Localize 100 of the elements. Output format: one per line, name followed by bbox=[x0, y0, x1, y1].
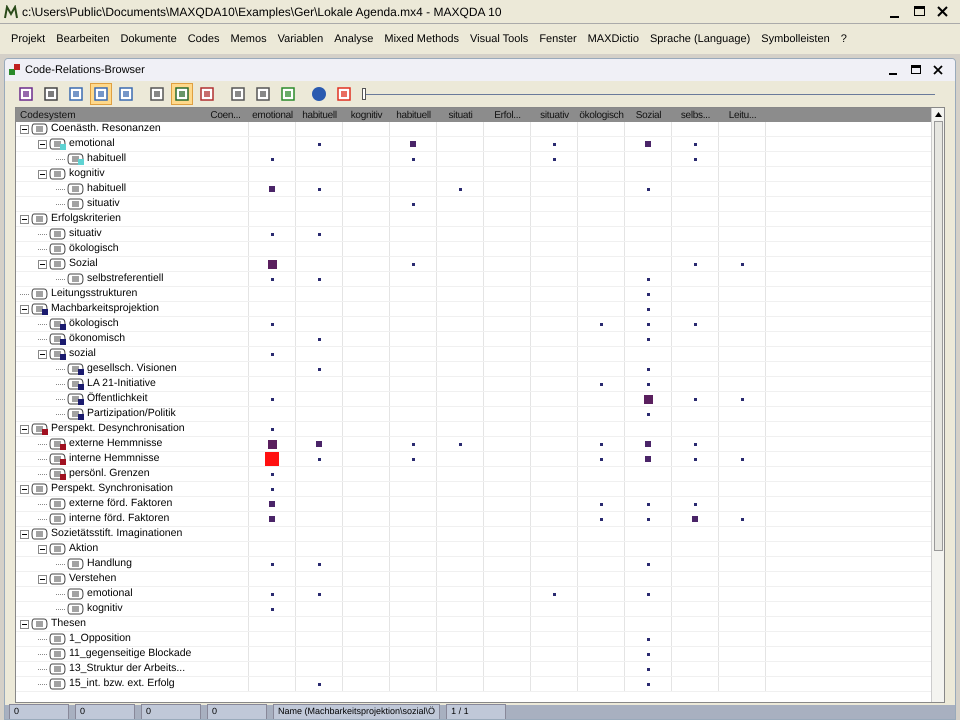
code-label[interactable]: Aktion bbox=[69, 541, 98, 557]
code-label[interactable]: ökologisch bbox=[69, 241, 119, 257]
status-field: 1 / 1 bbox=[446, 704, 506, 719]
code-label[interactable]: Coenästh. Resonanzen bbox=[51, 121, 161, 137]
menu-item[interactable]: Variablen bbox=[272, 30, 328, 48]
code-label[interactable]: Verstehen bbox=[69, 571, 116, 587]
code-label[interactable]: sozial bbox=[69, 346, 96, 362]
collapse-toggle-icon[interactable] bbox=[38, 350, 47, 358]
code-label[interactable]: emotional bbox=[69, 136, 115, 152]
code-label[interactable]: ökonomisch bbox=[69, 331, 126, 347]
code-label[interactable]: Öffentlichkeit bbox=[87, 391, 148, 407]
maximize-button[interactable] bbox=[911, 65, 921, 74]
menu-item[interactable]: Bearbeiten bbox=[51, 30, 114, 48]
code-label[interactable]: emotional bbox=[87, 586, 133, 602]
menu-item[interactable]: Sprache (Language) bbox=[644, 30, 756, 48]
code-icon bbox=[49, 438, 67, 450]
column-header[interactable]: Codesystem bbox=[16, 108, 202, 122]
scroll-up-icon[interactable] bbox=[934, 112, 942, 117]
menu-item[interactable]: Codes bbox=[182, 30, 225, 48]
menu-item[interactable]: Symbolleisten bbox=[756, 30, 835, 48]
vertical-scrollbar[interactable] bbox=[931, 108, 944, 702]
collapse-toggle-icon[interactable] bbox=[20, 124, 29, 134]
collapse-toggle-icon[interactable] bbox=[38, 544, 47, 554]
collapse-toggle-icon[interactable] bbox=[38, 574, 47, 584]
code-label[interactable]: Sozial bbox=[69, 256, 98, 272]
code-label[interactable]: 13_Struktur der Arbeits... bbox=[69, 661, 186, 677]
code-label[interactable]: Erfolgskriterien bbox=[51, 211, 122, 227]
code-label[interactable]: Thesen bbox=[51, 616, 86, 632]
menu-item[interactable]: Visual Tools bbox=[465, 30, 534, 48]
collapse-toggle-icon[interactable] bbox=[20, 304, 29, 314]
code-label[interactable]: selbstreferentiell bbox=[87, 271, 164, 287]
menu-item[interactable]: ? bbox=[836, 30, 852, 48]
column-header[interactable]: habituell bbox=[296, 108, 343, 122]
column-header[interactable]: situativ bbox=[531, 108, 578, 122]
code-icon bbox=[49, 648, 67, 660]
collapse-toggle-icon[interactable] bbox=[38, 170, 47, 178]
code-label[interactable]: persönl. Grenzen bbox=[69, 466, 150, 482]
column-header[interactable]: ökologisch bbox=[578, 108, 625, 122]
menu-item[interactable]: MAXDictio bbox=[582, 30, 644, 48]
menu-item[interactable]: Mixed Methods bbox=[379, 30, 464, 48]
code-label[interactable]: kognitiv bbox=[69, 166, 105, 182]
menu-item[interactable]: Dokumente bbox=[115, 30, 182, 48]
code-icon bbox=[67, 393, 85, 405]
column-header[interactable]: situati bbox=[437, 108, 484, 122]
collapse-toggle-icon[interactable] bbox=[20, 530, 29, 538]
code-icon bbox=[49, 318, 67, 330]
code-label[interactable]: Leitungsstrukturen bbox=[51, 286, 138, 302]
code-icon bbox=[49, 168, 67, 180]
toolbar-button[interactable] bbox=[171, 83, 193, 105]
column-header[interactable]: habituell bbox=[390, 108, 437, 122]
column-header[interactable]: emotional bbox=[249, 108, 296, 122]
code-label[interactable]: interne Hemmnisse bbox=[69, 451, 160, 467]
code-label[interactable]: Machbarkeitsprojektion bbox=[51, 301, 159, 317]
code-icon bbox=[67, 363, 85, 375]
collapse-toggle-icon[interactable] bbox=[38, 140, 47, 148]
code-label[interactable]: habituell bbox=[87, 151, 126, 167]
app-logo-icon bbox=[4, 4, 18, 18]
code-label[interactable]: 11_gegenseitige Blockade bbox=[69, 646, 192, 662]
menu-item[interactable]: Memos bbox=[226, 30, 272, 48]
code-icon bbox=[49, 348, 67, 360]
column-header[interactable]: selbs... bbox=[672, 108, 719, 122]
column-header[interactable]: Erfol... bbox=[484, 108, 531, 122]
code-label[interactable]: Handlung bbox=[87, 556, 132, 572]
code-label[interactable]: Sozietätsstift. Imaginationen bbox=[51, 526, 182, 542]
maximize-button[interactable] bbox=[914, 6, 925, 16]
code-label[interactable]: situativ bbox=[87, 196, 120, 212]
code-label[interactable]: Partizipation/Politik bbox=[87, 406, 176, 422]
status-field: 0 bbox=[75, 704, 135, 719]
code-label[interactable]: gesellsch. Visionen bbox=[87, 361, 177, 377]
code-icon bbox=[49, 633, 67, 645]
column-header[interactable]: Coen... bbox=[202, 108, 249, 122]
collapse-toggle-icon[interactable] bbox=[38, 260, 47, 268]
close-icon[interactable] bbox=[933, 65, 943, 75]
menu-item[interactable]: Analyse bbox=[329, 30, 378, 48]
menu-item[interactable]: Fenster bbox=[534, 30, 582, 48]
column-header[interactable]: kognitiv bbox=[343, 108, 390, 122]
code-label[interactable]: externe förd. Faktoren bbox=[69, 496, 172, 512]
toolbar-button[interactable] bbox=[90, 83, 112, 105]
collapse-toggle-icon[interactable] bbox=[20, 214, 29, 224]
code-label[interactable]: habituell bbox=[87, 181, 126, 197]
code-label[interactable]: externe Hemmnisse bbox=[69, 436, 162, 452]
code-label[interactable]: interne förd. Faktoren bbox=[69, 511, 170, 527]
code-label[interactable]: LA 21-Initiative bbox=[87, 376, 156, 392]
collapse-toggle-icon[interactable] bbox=[20, 424, 29, 434]
slider-thumb[interactable] bbox=[362, 88, 366, 100]
code-label[interactable]: ökologisch bbox=[69, 316, 119, 332]
browser-title: Code-Relations-Browser bbox=[25, 62, 146, 78]
code-label[interactable]: Perspekt. Desynchronisation bbox=[51, 421, 185, 437]
code-label[interactable]: 1_Opposition bbox=[69, 631, 131, 647]
code-label[interactable]: Perspekt. Synchronisation bbox=[51, 481, 173, 497]
code-label[interactable]: kognitiv bbox=[87, 601, 123, 617]
close-icon[interactable] bbox=[937, 6, 948, 16]
code-label[interactable]: situativ bbox=[69, 226, 102, 242]
column-header[interactable]: Leitu... bbox=[719, 108, 766, 122]
zoom-slider[interactable] bbox=[364, 88, 935, 100]
collapse-toggle-icon[interactable] bbox=[20, 620, 29, 628]
menu-item[interactable]: Projekt bbox=[6, 30, 50, 48]
code-label[interactable]: 15_int. bzw. ext. Erfolg bbox=[69, 676, 175, 692]
column-header[interactable]: Sozial bbox=[625, 108, 672, 122]
collapse-toggle-icon[interactable] bbox=[20, 484, 29, 494]
